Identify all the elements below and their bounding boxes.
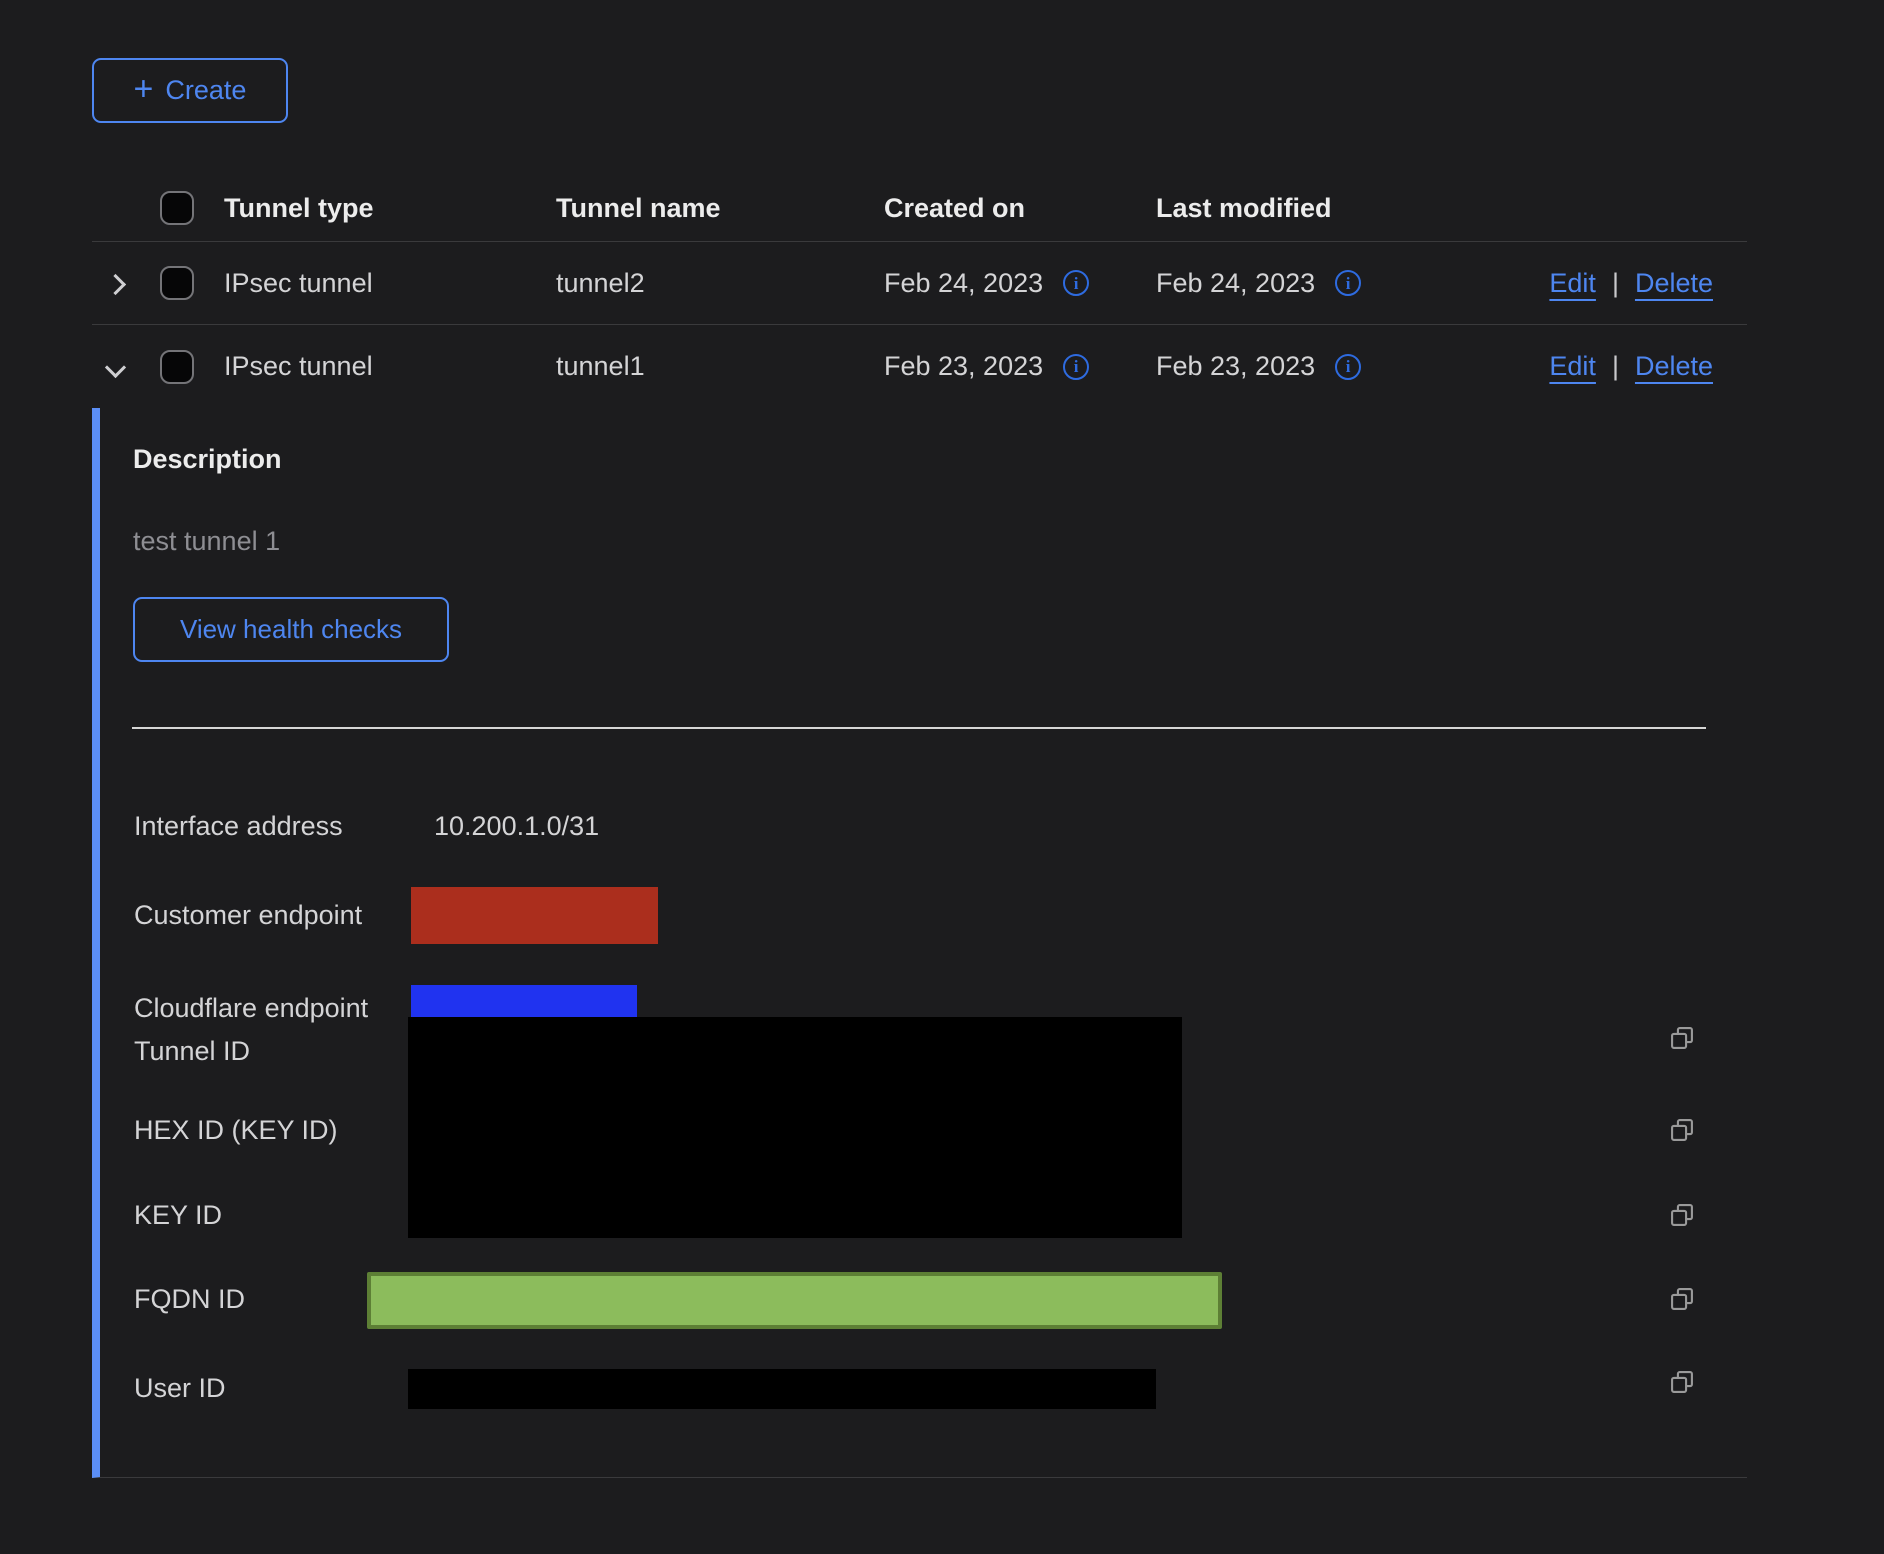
created-on-value: Feb 24, 2023 xyxy=(884,268,1043,299)
edit-link[interactable]: Edit xyxy=(1549,351,1596,382)
copy-key-id-button[interactable] xyxy=(1668,1201,1696,1229)
copy-hex-id-button[interactable] xyxy=(1668,1116,1696,1144)
copy-icon xyxy=(1668,1024,1696,1052)
tunnel-detail-panel: Description test tunnel 1 View health ch… xyxy=(92,408,1747,1478)
header-last-modified: Last modified xyxy=(1156,193,1450,224)
copy-icon xyxy=(1668,1201,1696,1229)
last-modified-value: Feb 23, 2023 xyxy=(1156,351,1315,382)
select-all-cell xyxy=(160,191,224,225)
customer-endpoint-label: Customer endpoint xyxy=(134,900,362,931)
table-header: Tunnel type Tunnel name Created on Last … xyxy=(92,175,1747,242)
last-modified-cell: Feb 24, 2023 i xyxy=(1156,268,1450,299)
copy-icon xyxy=(1668,1116,1696,1144)
cloudflare-endpoint-label: Cloudflare endpoint xyxy=(134,993,368,1024)
info-icon[interactable]: i xyxy=(1335,354,1361,380)
copy-icon xyxy=(1668,1368,1696,1396)
created-on-value: Feb 23, 2023 xyxy=(884,351,1043,382)
header-tunnel-name: Tunnel name xyxy=(556,193,884,224)
customer-endpoint-redacted-value xyxy=(411,887,658,944)
info-icon[interactable]: i xyxy=(1335,270,1361,296)
actions-separator: | xyxy=(1612,268,1619,299)
header-created-on: Created on xyxy=(884,193,1156,224)
fqdn-id-redacted-value xyxy=(367,1272,1222,1329)
tunnel-id-label: Tunnel ID xyxy=(134,1036,250,1067)
key-id-label: KEY ID xyxy=(134,1200,222,1231)
view-health-checks-button[interactable]: View health checks xyxy=(133,597,449,662)
tunnel-name-value: tunnel1 xyxy=(556,351,884,382)
chevron-down-icon[interactable] xyxy=(105,357,126,378)
chevron-right-icon[interactable] xyxy=(105,273,126,294)
copy-tunnel-id-button[interactable] xyxy=(1668,1024,1696,1052)
fqdn-id-label: FQDN ID xyxy=(134,1284,245,1315)
expander-cell xyxy=(92,268,160,299)
table-row: IPsec tunnel tunnel2 Feb 24, 2023 i Feb … xyxy=(92,242,1747,325)
tunnel-type-value: IPsec tunnel xyxy=(224,351,556,382)
delete-link[interactable]: Delete xyxy=(1635,351,1713,382)
last-modified-value: Feb 24, 2023 xyxy=(1156,268,1315,299)
tunnel-type-value: IPsec tunnel xyxy=(224,268,556,299)
select-all-checkbox[interactable] xyxy=(160,191,194,225)
info-icon[interactable]: i xyxy=(1063,354,1089,380)
checkbox-cell xyxy=(160,266,224,300)
row-checkbox[interactable] xyxy=(160,350,194,384)
row-actions: Edit | Delete xyxy=(1549,268,1747,299)
description-value: test tunnel 1 xyxy=(133,526,280,557)
create-button[interactable]: + Create xyxy=(92,58,288,123)
delete-link[interactable]: Delete xyxy=(1635,268,1713,299)
checkbox-cell xyxy=(160,350,224,384)
actions-separator: | xyxy=(1612,351,1619,382)
hex-id-label: HEX ID (KEY ID) xyxy=(134,1115,338,1146)
tunnel-name-value: tunnel2 xyxy=(556,268,884,299)
info-icon[interactable]: i xyxy=(1063,270,1089,296)
create-button-label: Create xyxy=(165,75,246,106)
user-id-redacted-value xyxy=(408,1369,1156,1409)
plus-icon: + xyxy=(134,72,154,106)
user-id-label: User ID xyxy=(134,1373,226,1404)
expander-cell xyxy=(92,351,160,382)
ids-redacted-value xyxy=(408,1017,1182,1238)
created-on-cell: Feb 23, 2023 i xyxy=(884,351,1156,382)
section-divider xyxy=(132,727,1706,729)
interface-address-label: Interface address xyxy=(134,811,343,842)
created-on-cell: Feb 24, 2023 i xyxy=(884,268,1156,299)
interface-address-value: 10.200.1.0/31 xyxy=(434,811,599,842)
row-actions: Edit | Delete xyxy=(1549,351,1747,382)
header-tunnel-type: Tunnel type xyxy=(224,193,556,224)
copy-user-id-button[interactable] xyxy=(1668,1368,1696,1396)
edit-link[interactable]: Edit xyxy=(1549,268,1596,299)
copy-icon xyxy=(1668,1285,1696,1313)
last-modified-cell: Feb 23, 2023 i xyxy=(1156,351,1450,382)
row-checkbox[interactable] xyxy=(160,266,194,300)
copy-fqdn-id-button[interactable] xyxy=(1668,1285,1696,1313)
description-label: Description xyxy=(133,444,282,475)
table-row: IPsec tunnel tunnel1 Feb 23, 2023 i Feb … xyxy=(92,325,1747,408)
